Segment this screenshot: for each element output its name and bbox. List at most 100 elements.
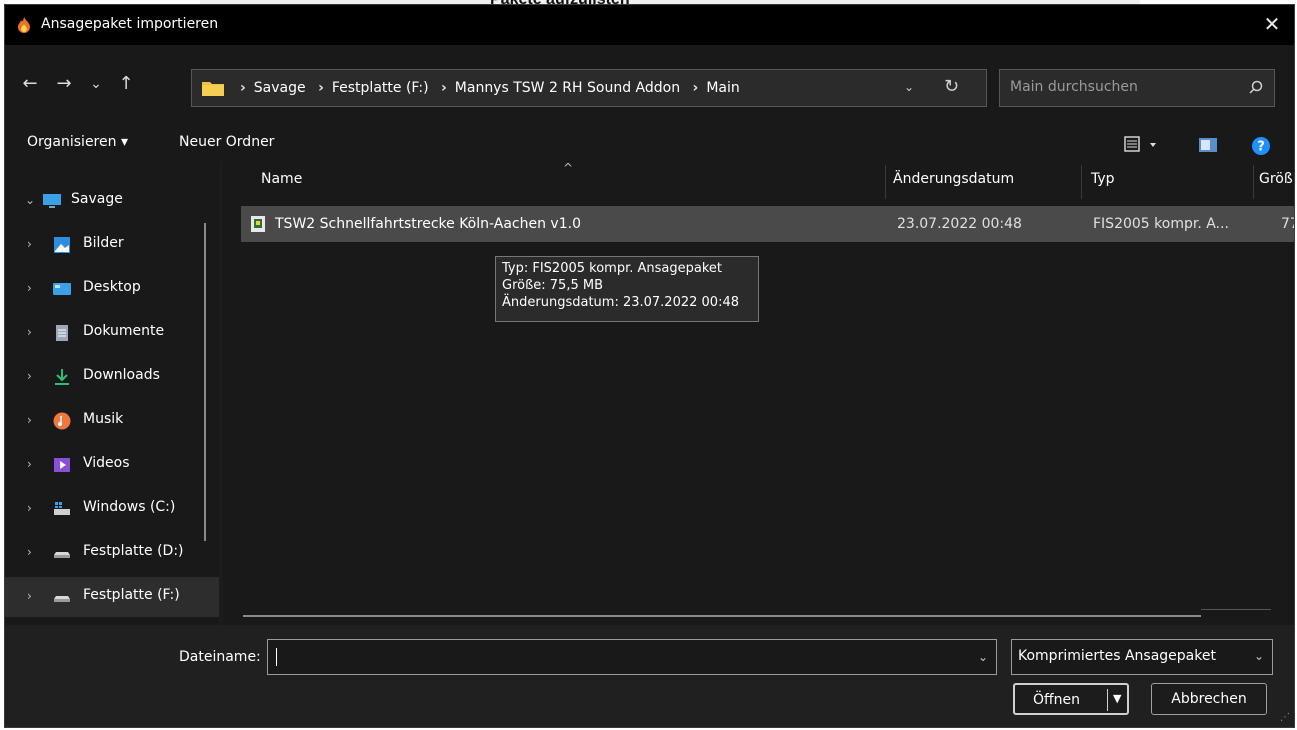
horizontal-scrollbar[interactable] <box>243 615 1201 617</box>
sidebar-item-festplatte-f[interactable]: › Festplatte (F:) <box>5 577 219 617</box>
refresh-icon[interactable]: ↻ <box>944 76 959 97</box>
breadcrumb-item[interactable]: Main <box>706 80 739 96</box>
column-header-name[interactable]: Name <box>261 171 302 187</box>
sidebar-item-dokumente[interactable]: › Dokumente <box>5 313 219 353</box>
videos-icon <box>54 458 70 472</box>
text-caret <box>276 648 277 666</box>
sidebar-item-label: Downloads <box>83 367 160 383</box>
address-bar[interactable]: › Savage › Festplatte (F:) › Mannys TSW 2 R… <box>191 69 987 107</box>
breadcrumb-item[interactable]: Festplatte (F:) <box>332 80 429 96</box>
chevron-right-icon[interactable]: › <box>27 369 32 383</box>
sort-ascending-icon: ^ <box>563 161 574 175</box>
tooltip-date: Änderungsdatum: 23.07.2022 00:48 <box>502 295 739 310</box>
folder-icon <box>202 82 224 96</box>
new-folder-button[interactable]: Neuer Ordner <box>179 134 274 150</box>
drive-icon <box>54 596 70 602</box>
sidebar-item-label: Desktop <box>83 279 141 295</box>
navigation-bar: ← → ⌄ ↑ › Savage › Festplatte (F:) › Mannys… <box>5 45 1294 131</box>
chevron-right-icon[interactable]: › <box>27 237 32 251</box>
file-list: ^ Name Änderungsdatum Typ Größ TSW2 Schn… <box>223 161 1294 625</box>
chevron-down-icon[interactable]: ⌄ <box>978 650 988 664</box>
documents-icon <box>56 325 68 341</box>
tooltip-type: Typ: FIS2005 kompr. Ansagepaket <box>502 261 723 276</box>
dialog-footer: Dateiname: ⌄ Komprimiertes Ansagepaket ⌄… <box>5 625 1294 727</box>
up-button[interactable]: ↑ <box>115 71 137 97</box>
split-divider <box>1107 689 1108 711</box>
cancel-button[interactable]: Abbrechen <box>1151 683 1267 715</box>
forward-button[interactable]: → <box>53 71 75 97</box>
sidebar-item-desktop[interactable]: › Desktop <box>5 269 219 309</box>
navigation-pane: ⌄ Savage › Bilder › Desktop › Dokumente … <box>5 161 219 625</box>
column-divider[interactable] <box>885 165 886 199</box>
chevron-right-icon[interactable]: › <box>27 325 32 339</box>
filename-input[interactable]: ⌄ <box>267 639 997 675</box>
view-options-icon[interactable] <box>1123 135 1163 155</box>
sidebar-item-label: Windows (C:) <box>83 499 176 515</box>
chevron-right-icon[interactable]: › <box>27 545 32 559</box>
column-divider[interactable] <box>1081 165 1082 199</box>
search-input[interactable]: Main durchsuchen <box>1010 79 1138 95</box>
sidebar-item-label: Savage <box>71 191 123 207</box>
breadcrumb-item[interactable]: Savage <box>254 80 306 96</box>
app-flame-icon <box>18 17 30 33</box>
sidebar-item-label: Dokumente <box>83 323 165 339</box>
file-name: TSW2 Schnellfahrtstrecke Köln-Aachen v1.… <box>275 216 581 232</box>
help-icon[interactable]: ? <box>1251 136 1271 156</box>
organize-menu[interactable]: Organisieren ▾ <box>27 134 128 150</box>
column-header-size[interactable]: Größ <box>1259 171 1293 187</box>
sidebar-item-downloads[interactable]: › Downloads <box>5 357 219 397</box>
sidebar-item-label: Festplatte (D:) <box>83 543 184 559</box>
file-date: 23.07.2022 00:48 <box>897 216 1022 232</box>
sidebar-item-bilder[interactable]: › Bilder <box>5 225 219 265</box>
address-dropdown-icon[interactable]: ⌄ <box>904 80 914 94</box>
tooltip-size: Größe: 75,5 MB <box>502 278 603 293</box>
preview-pane-icon[interactable] <box>1199 138 1217 152</box>
close-button[interactable]: ✕ <box>1258 11 1286 39</box>
resize-grip-icon[interactable]: ⋰ <box>1280 712 1290 723</box>
chevron-right-icon[interactable]: › <box>27 589 32 603</box>
music-icon <box>53 412 71 430</box>
sidebar-item-label: Bilder <box>83 235 124 251</box>
sidebar-item-videos[interactable]: › Videos <box>5 445 219 485</box>
filename-label: Dateiname: <box>179 649 261 665</box>
file-size: 77 <box>1281 216 1294 232</box>
column-divider[interactable] <box>1253 165 1254 199</box>
chevron-down-icon[interactable]: ⌄ <box>25 193 35 207</box>
chevron-right-icon[interactable]: › <box>27 501 32 515</box>
chevron-right-icon[interactable]: › <box>27 281 32 295</box>
sidebar-item-savage[interactable]: ⌄ Savage <box>5 181 219 221</box>
download-icon <box>55 369 69 385</box>
filter-value: Komprimiertes Ansagepaket <box>1018 648 1216 664</box>
chevron-down-icon[interactable]: ⌄ <box>1254 649 1264 663</box>
back-button[interactable]: ← <box>19 71 41 97</box>
desktop-icon <box>53 283 71 295</box>
file-info-tooltip: Typ: FIS2005 kompr. Ansagepaket Größe: 7… <box>495 256 759 322</box>
sidebar-item-windows-c[interactable]: › Windows (C:) <box>5 489 219 529</box>
windows-drive-icon <box>54 502 70 515</box>
sidebar-item-label: Musik <box>83 411 124 427</box>
sidebar-scrollbar[interactable] <box>204 223 206 541</box>
file-type-filter[interactable]: Komprimiertes Ansagepaket ⌄ <box>1011 639 1273 675</box>
recent-locations-button[interactable]: ⌄ <box>85 71 107 97</box>
search-box[interactable]: Main durchsuchen <box>999 69 1275 107</box>
drive-icon <box>54 552 70 558</box>
title-bar: Ansagepaket importieren ✕ <box>5 5 1294 45</box>
chevron-right-icon[interactable]: › <box>27 457 32 471</box>
chevron-right-icon[interactable]: › <box>27 413 32 427</box>
sidebar-item-festplatte-d[interactable]: › Festplatte (D:) <box>5 533 219 573</box>
search-icon[interactable] <box>1248 80 1264 96</box>
svg-text:?: ? <box>1257 140 1265 155</box>
open-button[interactable]: Öffnen ▼ <box>1013 683 1129 715</box>
breadcrumb-item[interactable]: Mannys TSW 2 RH Sound Addon <box>455 80 680 96</box>
column-header-type[interactable]: Typ <box>1091 171 1115 187</box>
pictures-icon <box>54 237 70 253</box>
sidebar-item-musik[interactable]: › Musik <box>5 401 219 441</box>
open-options-arrow-icon[interactable]: ▼ <box>1113 684 1121 714</box>
breadcrumb: › Savage › Festplatte (F:) › Mannys TSW 2 R… <box>240 80 740 96</box>
sidebar-item-label: Videos <box>83 455 130 471</box>
column-header-date[interactable]: Änderungsdatum <box>893 171 1014 187</box>
sidebar-item-label: Festplatte (F:) <box>83 587 180 603</box>
table-row[interactable]: TSW2 Schnellfahrtstrecke Köln-Aachen v1.… <box>241 206 1294 242</box>
archive-file-icon <box>251 216 265 232</box>
file-open-dialog: Ansagepaket importieren ✕ ← → ⌄ ↑ › Savag… <box>4 4 1295 728</box>
